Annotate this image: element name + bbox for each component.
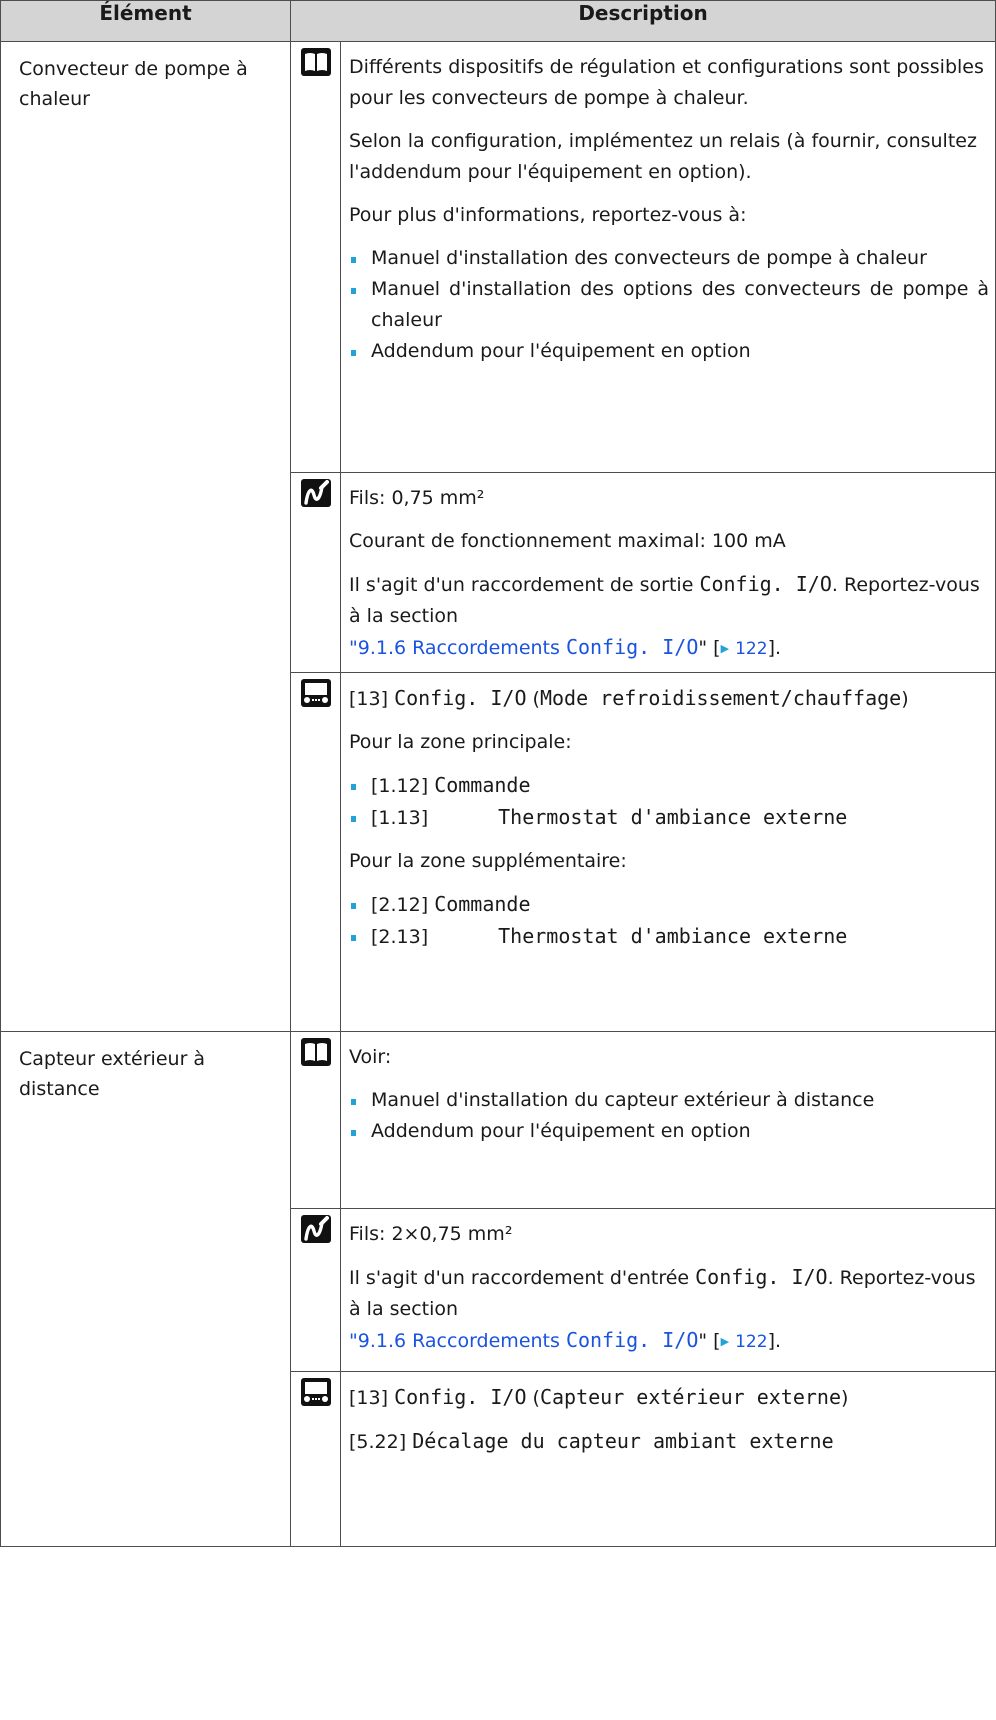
list-item: [1.12] Commande xyxy=(349,770,989,802)
setting-name: Config. I/O xyxy=(394,1385,527,1409)
icon-cell xyxy=(290,41,341,473)
bullet-list: [2.12] Commande [2.13] Thermostat d'ambia… xyxy=(349,889,989,953)
header-element: Élément xyxy=(0,0,291,42)
page-ref[interactable]: 122 xyxy=(735,639,767,659)
text: Il s'agit d'un raccordement de sortie xyxy=(349,574,700,596)
setting-name: Thermostat d'ambiance externe xyxy=(498,924,848,948)
table-header-row: Élément Description xyxy=(0,0,996,42)
paragraph: Fils: 0,75 mm² xyxy=(349,487,485,509)
paragraph: Il s'agit d'un raccordement de sortie Co… xyxy=(349,569,989,665)
menu-code: [2.12] xyxy=(371,894,429,916)
arrow-right-icon: ▶ xyxy=(720,642,730,655)
list-item: Manuel d'installation du capteur extérie… xyxy=(349,1085,989,1116)
description-wiring: Fils: 2×0,75 mm² Il s'agit d'un raccorde… xyxy=(339,1208,996,1372)
quote: " xyxy=(698,1330,708,1352)
description-user-interface: [13] Config. I/O (Mode refroidissement/c… xyxy=(339,672,996,1032)
list-item: [2.13] Thermostat d'ambiance externe xyxy=(349,921,989,953)
menu-code: [1.13] xyxy=(371,807,429,829)
link-text: 9.1.6 Raccordements xyxy=(357,1330,566,1352)
list-item: Manuel d'installation des convecteurs de… xyxy=(349,243,989,274)
setting-value: Capteur extérieur externe xyxy=(539,1385,841,1409)
section-link[interactable]: "9.1.6 Raccordements Config. I/O xyxy=(349,1328,699,1352)
icon-cell xyxy=(290,472,341,673)
link-text: 9.1.6 Raccordements xyxy=(357,637,566,659)
paragraph: Courant de fonctionnement maximal: 100 m… xyxy=(349,530,786,552)
user-interface-icon xyxy=(300,1378,331,1406)
item-name: Convecteur de pompe à chaleur xyxy=(0,41,291,1032)
arrow-right-icon: ▶ xyxy=(720,1335,730,1348)
setting-name: Commande xyxy=(434,773,531,797)
text: ( xyxy=(526,1387,540,1409)
bullet-list: Manuel d'installation du capteur extérie… xyxy=(349,1085,989,1147)
paragraph: Pour la zone supplémentaire: xyxy=(349,850,627,872)
paragraph: Pour plus d'informations, reportez-vous … xyxy=(349,204,747,226)
bullet-list: [1.12] Commande [1.13] Thermostat d'ambia… xyxy=(349,770,989,834)
quote: " xyxy=(349,1330,358,1352)
text: ( xyxy=(526,688,540,710)
paragraph: Il s'agit d'un raccordement d'entrée Con… xyxy=(349,1262,989,1358)
description-book: Voir: Manuel d'installation du capteur e… xyxy=(339,1031,996,1209)
menu-code: [13] xyxy=(349,688,389,710)
book-icon xyxy=(300,1038,331,1066)
paragraph: [13] Config. I/O (Capteur extérieur exte… xyxy=(349,1382,989,1414)
setting-name: Décalage du capteur ambiant externe xyxy=(412,1429,834,1453)
text: [ xyxy=(707,1330,721,1352)
paragraph: [5.22] Décalage du capteur ambiant exter… xyxy=(349,1426,989,1458)
setting-name: Config. I/O xyxy=(394,686,527,710)
wiring-icon xyxy=(300,1215,331,1243)
link-setting-name: Config. I/O xyxy=(565,635,699,659)
specification-table: Élément Description Convecteur de pompe … xyxy=(0,0,996,1547)
text: ) xyxy=(901,688,909,710)
menu-code: [13] xyxy=(349,1387,389,1409)
book-icon xyxy=(300,48,331,76)
description-book: Différents dispositifs de régulation et … xyxy=(339,41,996,473)
bullet-list: Manuel d'installation des convecteurs de… xyxy=(349,243,989,367)
link-setting-name: Config. I/O xyxy=(565,1328,699,1352)
text: [ xyxy=(707,637,721,659)
text: ]. xyxy=(767,1330,782,1352)
paragraph: [13] Config. I/O (Mode refroidissement/c… xyxy=(349,683,989,715)
text: ) xyxy=(841,1387,849,1409)
section-link[interactable]: "9.1.6 Raccordements Config. I/O xyxy=(349,635,699,659)
paragraph: Différents dispositifs de régulation et … xyxy=(349,56,984,109)
page-ref[interactable]: 122 xyxy=(735,1332,767,1352)
wiring-icon xyxy=(300,479,331,507)
quote: " xyxy=(698,637,708,659)
icon-cell xyxy=(290,1031,341,1209)
list-item: Manuel d'installation des options des co… xyxy=(349,274,989,336)
setting-name: Config. I/O xyxy=(699,572,832,596)
icon-cell xyxy=(290,1208,341,1372)
setting-value: Mode refroidissement/chauffage xyxy=(539,686,902,710)
list-item: [2.12] Commande xyxy=(349,889,989,921)
setting-name: Thermostat d'ambiance externe xyxy=(498,805,848,829)
list-item: Addendum pour l'équipement en option xyxy=(349,336,989,367)
table-row: Convecteur de pompe à chaleur Différents… xyxy=(0,41,996,1032)
list-item: [1.13] Thermostat d'ambiance externe xyxy=(349,802,989,834)
description-wiring: Fils: 0,75 mm² Courant de fonctionnement… xyxy=(339,472,996,673)
user-interface-icon xyxy=(300,679,331,707)
setting-name: Config. I/O xyxy=(695,1265,828,1289)
paragraph: Pour la zone principale: xyxy=(349,731,572,753)
menu-code: [5.22] xyxy=(349,1431,407,1453)
paragraph: Voir: xyxy=(349,1046,392,1068)
menu-code: [2.13] xyxy=(371,926,429,948)
header-description: Description xyxy=(289,0,996,42)
description-user-interface: [13] Config. I/O (Capteur extérieur exte… xyxy=(339,1371,996,1547)
text: ]. xyxy=(767,637,782,659)
list-item: Addendum pour l'équipement en option xyxy=(349,1116,989,1147)
document-page: Élément Description Convecteur de pompe … xyxy=(0,0,996,1547)
paragraph: Fils: 2×0,75 mm² xyxy=(349,1223,513,1245)
table-row: Capteur extérieur à distance Voir: Manue… xyxy=(0,1031,996,1547)
item-name: Capteur extérieur à distance xyxy=(0,1031,291,1547)
setting-name: Commande xyxy=(434,892,531,916)
quote: " xyxy=(349,637,358,659)
paragraph: Selon la configuration, implémentez un r… xyxy=(349,130,977,183)
icon-cell xyxy=(290,1371,341,1547)
icon-cell xyxy=(290,672,341,1032)
text: Il s'agit d'un raccordement d'entrée xyxy=(349,1267,696,1289)
menu-code: [1.12] xyxy=(371,775,429,797)
